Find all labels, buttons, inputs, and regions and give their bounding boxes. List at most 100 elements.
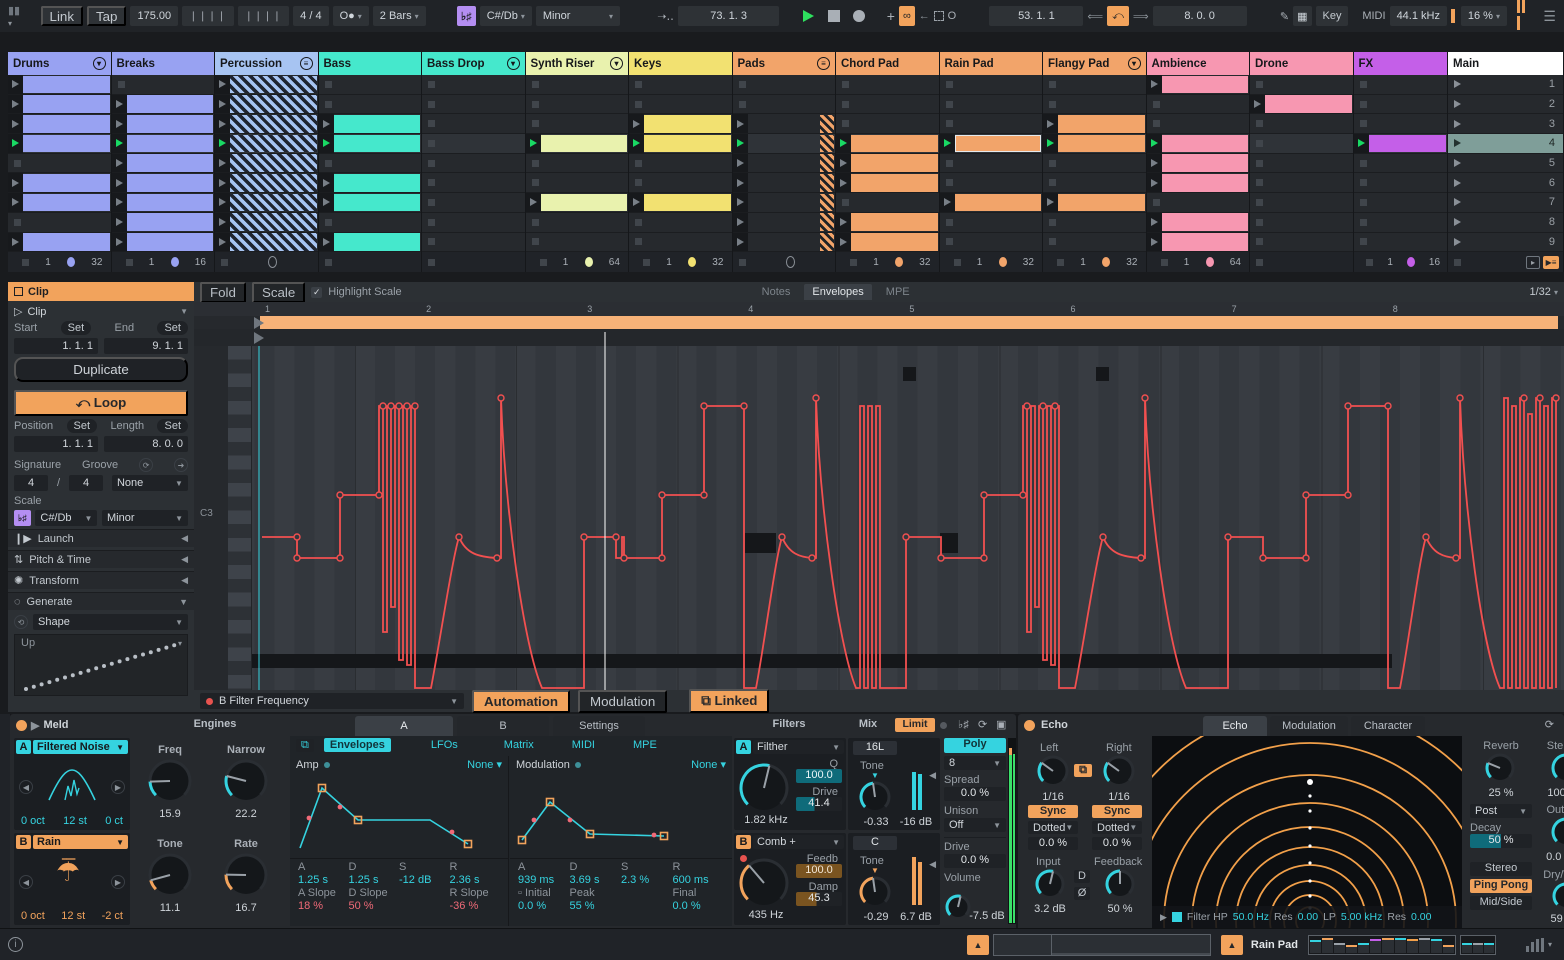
track-chevron-icon[interactable]: ▾ <box>1128 57 1141 70</box>
clip-play-button[interactable] <box>319 134 334 153</box>
track-stop-button[interactable] <box>643 259 650 266</box>
voices-menu[interactable]: 8 ▼ <box>944 756 1006 770</box>
tone-knob[interactable] <box>147 852 193 901</box>
track-header[interactable]: Rain Pad <box>940 52 1043 75</box>
transform-section[interactable]: ✺ Transform ◀ <box>8 571 194 589</box>
clip-slot[interactable] <box>422 134 525 154</box>
scene-play-icon[interactable] <box>1454 159 1461 167</box>
subtab-mpe[interactable]: MPE <box>627 738 663 752</box>
clip-slot[interactable] <box>1250 213 1353 233</box>
clip-slot[interactable] <box>1354 154 1448 174</box>
clip-play-button[interactable] <box>8 173 23 192</box>
echo-feedback-value[interactable]: 50 % <box>1100 903 1140 915</box>
filter-res2-value[interactable]: 0.00 <box>1411 911 1431 923</box>
echo-tunnel-display[interactable]: ▶ Filter HP 50.0 Hz Res 0.00 LP 5.00 kHz… <box>1152 736 1462 928</box>
tab-notes[interactable]: Notes <box>754 285 799 299</box>
clip-slot[interactable] <box>422 233 525 253</box>
clip-slot[interactable] <box>1250 134 1353 154</box>
automation-breakpoint[interactable] <box>1024 403 1030 409</box>
scale-highlight-button[interactable]: Scale <box>252 282 305 303</box>
clip-slot[interactable] <box>422 213 525 233</box>
automation-breakpoint[interactable] <box>380 403 386 409</box>
device-chain-overview[interactable] <box>1308 935 1456 955</box>
clip-body[interactable] <box>1162 174 1249 192</box>
automation-breakpoint[interactable] <box>1423 534 1429 540</box>
clip-play-button[interactable] <box>1147 233 1162 252</box>
automation-breakpoint[interactable] <box>1345 492 1351 498</box>
clip-slot[interactable] <box>526 233 629 253</box>
automation-breakpoint[interactable] <box>1385 403 1391 409</box>
device-drag-rail[interactable] <box>0 714 10 928</box>
clip-slot[interactable] <box>422 173 525 193</box>
poly-button[interactable]: Poly <box>944 738 1006 753</box>
loop-start-display[interactable]: 53. 1. 1 <box>989 6 1083 26</box>
pitch-time-section[interactable]: ⇅ Pitch & Time ◀ <box>8 550 194 568</box>
clip-body[interactable] <box>851 233 938 251</box>
clip-slot[interactable] <box>629 75 732 95</box>
reverb-value[interactable]: 25 % <box>1470 787 1532 799</box>
clip-play-button[interactable] <box>836 213 851 232</box>
clip-slot[interactable] <box>1043 75 1146 95</box>
clip-play-button[interactable] <box>215 134 230 153</box>
clip-slot[interactable] <box>733 173 836 193</box>
track-stop-button[interactable] <box>221 259 228 266</box>
clip-body[interactable] <box>1162 213 1249 231</box>
clip-play-button[interactable] <box>8 134 23 153</box>
track-header[interactable]: Breaks <box>112 52 215 75</box>
clip-body[interactable] <box>127 115 214 133</box>
automation-breakpoint[interactable] <box>337 555 343 561</box>
clip-body[interactable] <box>1162 233 1249 251</box>
engine-b-oct[interactable]: 0 oct <box>21 910 45 922</box>
clip-slot[interactable] <box>629 95 732 115</box>
device-overview-toggle[interactable]: ▲ <box>1221 935 1243 955</box>
echo-input-knob[interactable] <box>1034 868 1066 903</box>
track-header[interactable]: Main <box>1448 52 1563 75</box>
groove-commit-icon[interactable]: ⟳ <box>139 458 153 472</box>
levels-menu-caret[interactable]: ▾ <box>1548 940 1552 949</box>
amp-sustain[interactable]: -12 dB <box>399 874 450 886</box>
clip-slot[interactable] <box>940 114 1043 134</box>
clip-body[interactable] <box>23 76 110 94</box>
clip-slot[interactable] <box>1250 75 1353 95</box>
clip-play-button[interactable] <box>733 233 748 252</box>
midi-note[interactable] <box>745 533 776 553</box>
filter-lp-value[interactable]: 5.00 kHz <box>1341 911 1382 923</box>
clip-section-collapse-icon[interactable]: ▼ <box>180 307 188 316</box>
clip-slot[interactable] <box>215 75 318 95</box>
clip-slot[interactable] <box>836 95 939 115</box>
clip-slot[interactable] <box>319 154 422 174</box>
freq-knob[interactable] <box>147 758 193 807</box>
engine-b-prev-icon[interactable]: ◀ <box>19 875 33 889</box>
clip-slot[interactable] <box>733 134 836 154</box>
midi-note[interactable] <box>903 367 916 381</box>
clip-slot[interactable] <box>1354 193 1448 213</box>
clip-body[interactable] <box>23 174 110 192</box>
tempo-display[interactable]: 175.00 <box>130 6 178 26</box>
back-to-arrangement-mini-icon[interactable]: ▸ <box>1526 256 1540 269</box>
clip-play-button[interactable] <box>1147 213 1162 232</box>
shape-preview[interactable]: Up ▾ <box>14 634 188 696</box>
meld-device[interactable]: ▶ Meld Engines A B Settings Filters Mix … <box>10 714 1016 928</box>
device-chain-overview-2[interactable] <box>1460 935 1496 955</box>
automation-breakpoint[interactable] <box>1303 555 1309 561</box>
amp-decay[interactable]: 1.25 s <box>349 874 400 886</box>
clip-play-button[interactable] <box>112 95 127 114</box>
clip-slot[interactable] <box>1147 75 1250 95</box>
clip-play-button[interactable] <box>215 75 230 94</box>
clip-play-button[interactable] <box>215 154 230 173</box>
track-menu-icon[interactable]: ≡ <box>817 57 830 70</box>
clip-slot[interactable] <box>319 233 422 253</box>
clip-slot[interactable] <box>215 114 318 134</box>
clip-slot[interactable] <box>526 95 629 115</box>
clip-play-button[interactable] <box>215 114 230 133</box>
clip-body[interactable] <box>644 115 731 133</box>
clip-play-button[interactable] <box>1147 75 1162 94</box>
global-drive-value[interactable]: 0.0 % <box>944 854 1006 868</box>
key-signature-icon[interactable]: ♭♯ <box>457 6 476 26</box>
track-stop-button[interactable] <box>126 259 133 266</box>
automation-breakpoint[interactable] <box>1225 534 1231 540</box>
clip-slot[interactable] <box>112 193 215 213</box>
track-header[interactable]: Chord Pad <box>836 52 939 75</box>
clip-slot[interactable] <box>836 114 939 134</box>
launch-section[interactable]: ❙▶ Launch ◀ <box>8 529 194 547</box>
